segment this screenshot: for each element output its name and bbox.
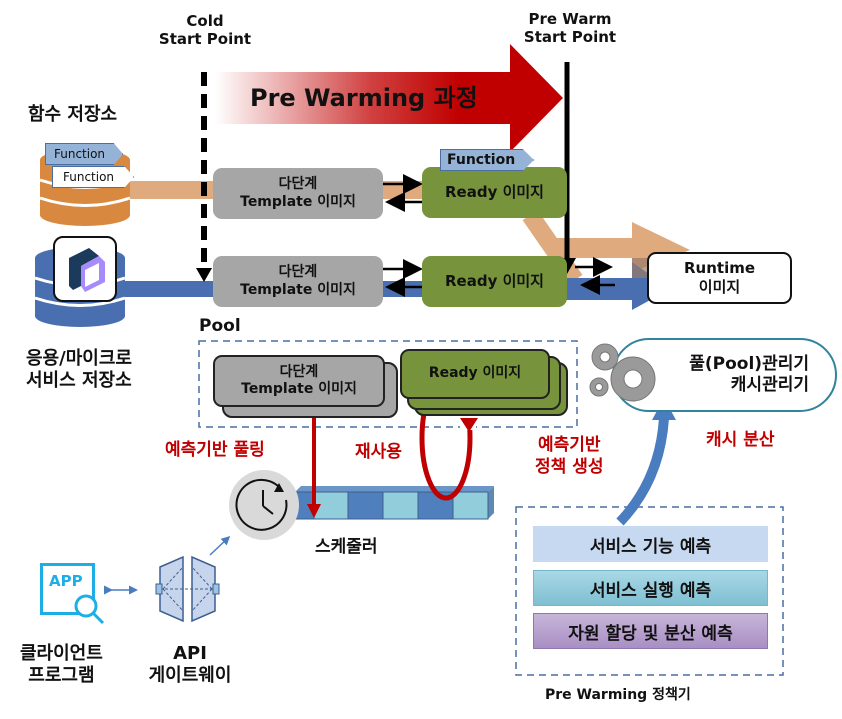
magnifier-icon <box>74 594 105 625</box>
cache-distribution-label: 캐시 분산 <box>706 430 775 450</box>
pool-title: Pool <box>199 316 241 336</box>
policy-item-service-function: 서비스 기능 예측 <box>533 526 768 562</box>
container-app-logo <box>53 236 117 302</box>
api-gateway-icon <box>155 555 220 623</box>
pool-ready-image: Ready 이미지 <box>400 349 550 399</box>
function-tag: Function <box>52 166 134 188</box>
template-image-box: 다단계 Template 이미지 <box>213 168 383 219</box>
app-store-title: 응용/마이크로 서비스 저장소 <box>26 348 132 391</box>
predictive-pooling-label: 예측기반 풀링 <box>165 440 265 460</box>
pre-warm-start-label: Pre Warm Start Point <box>523 10 617 46</box>
function-tag: Function <box>440 149 534 171</box>
reuse-label: 재사용 <box>355 442 402 462</box>
policy-item-resource-allocation: 자원 할당 및 분산 예측 <box>533 613 768 649</box>
scheduler-clock-bg <box>229 470 299 540</box>
policy-engine-title: Pre Warming 정책기 <box>545 687 691 703</box>
cold-start-label: Cold Start Point <box>158 12 252 48</box>
ready-image-box: Ready 이미지 <box>422 256 567 307</box>
gears-icon <box>589 343 656 402</box>
clock-icon <box>235 478 288 531</box>
scheduler-queue <box>295 486 494 520</box>
function-tag: Function <box>45 143 123 165</box>
function-store-title: 함수 저장소 <box>28 104 118 125</box>
cold-start-arrowhead <box>196 268 212 282</box>
container-logo-icon <box>69 248 105 292</box>
policy-item-service-execution: 서비스 실행 예측 <box>533 570 768 606</box>
ready-image-box: Ready 이미지 <box>422 167 567 218</box>
predictive-policy-label: 예측기반 정책 생성 <box>535 435 604 478</box>
scheduler-label: 스케줄러 <box>315 537 378 557</box>
api-gateway-label: API 게이트웨이 <box>148 643 232 686</box>
template-image-box: 다단계 Template 이미지 <box>213 256 383 307</box>
client-program-label: 클라이언트 프로그램 <box>20 643 103 686</box>
pool-template-image: 다단계 Template 이미지 <box>213 355 385 407</box>
pre-warming-process-label: Pre Warming 과정 <box>250 84 478 112</box>
runtime-image-box: Runtime 이미지 <box>647 252 792 304</box>
